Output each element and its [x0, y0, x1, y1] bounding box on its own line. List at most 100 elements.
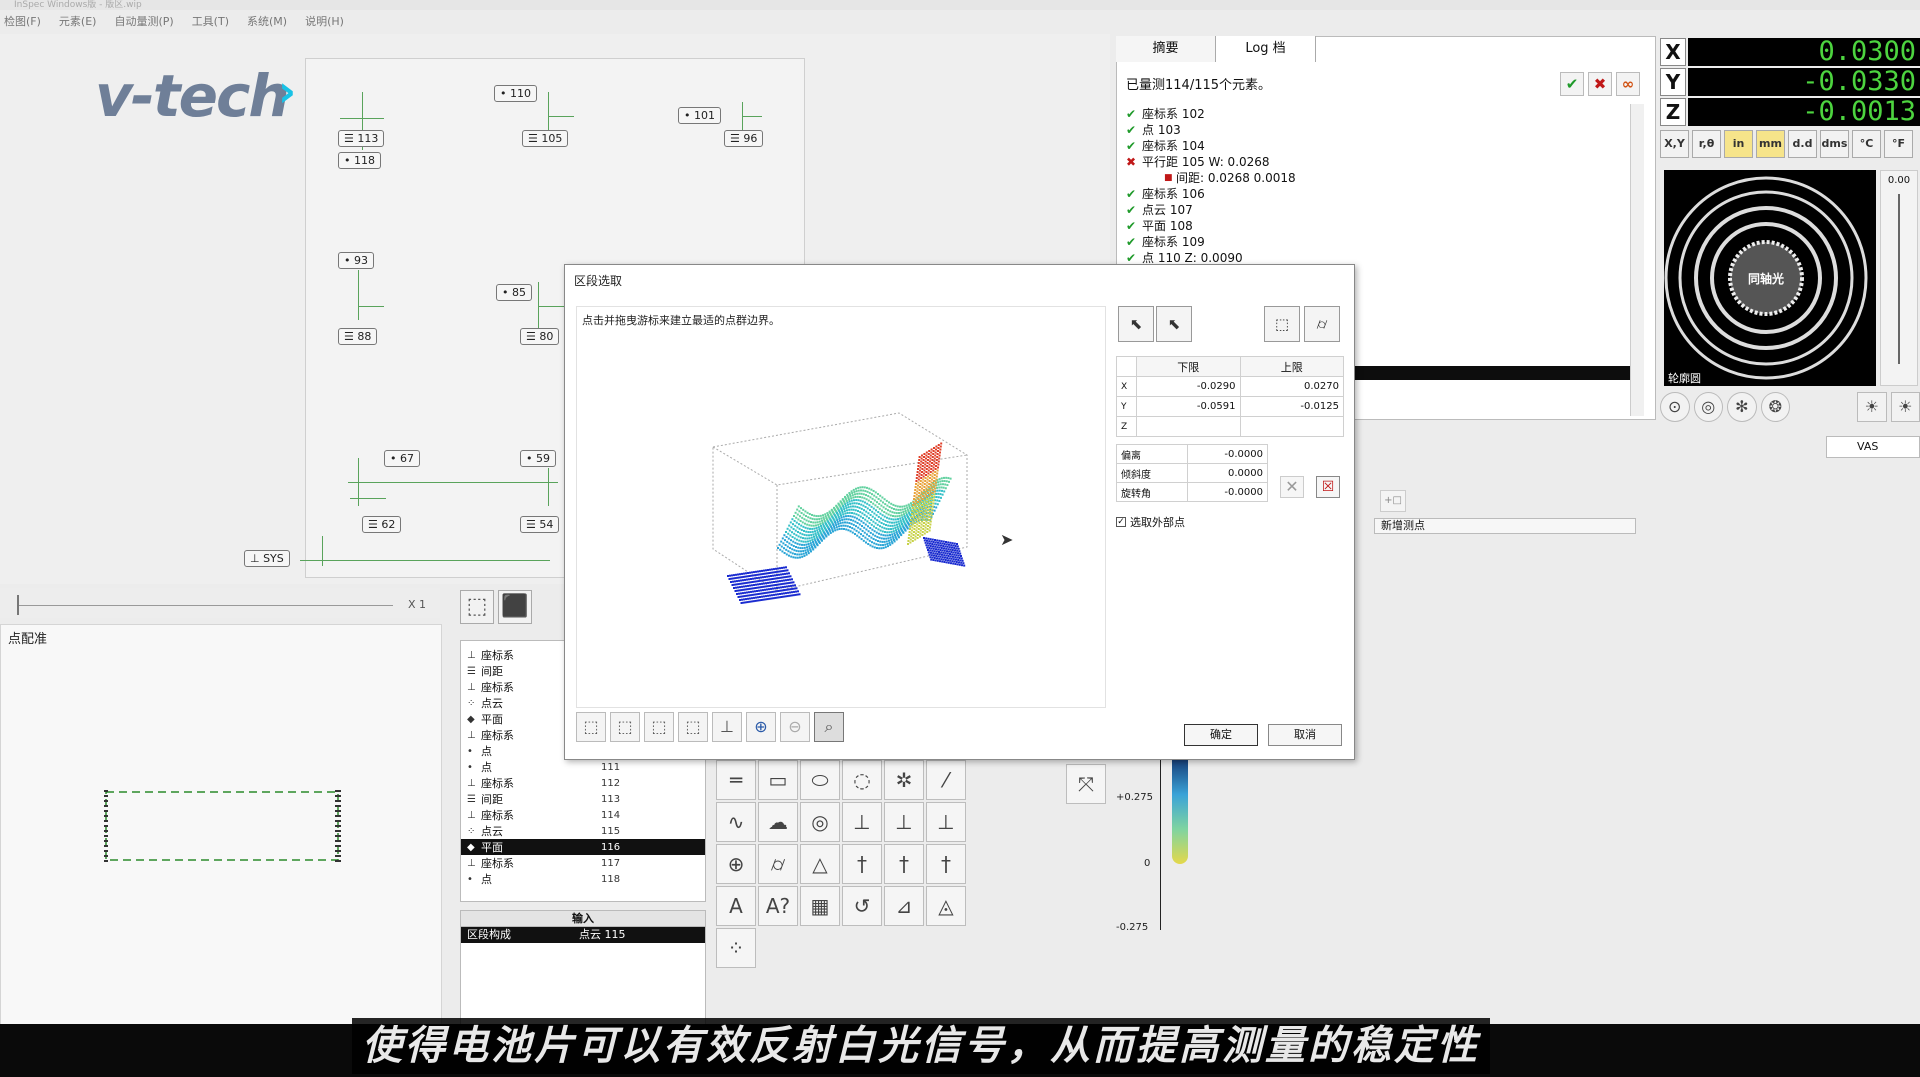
feature-tag-distance-105[interactable]: ☰ 105 — [522, 130, 569, 147]
slot-tool-icon[interactable]: ⬭ — [800, 760, 840, 800]
axis-view-icon[interactable]: ⊥ — [712, 712, 742, 742]
line-tool-icon[interactable]: ═ — [716, 760, 756, 800]
ok-button[interactable]: 确定 — [1184, 724, 1258, 746]
menu-system[interactable]: 系统(M) — [247, 12, 287, 32]
clear-icon[interactable]: ✕ — [1280, 476, 1304, 498]
sphere-tool-icon[interactable]: ⊕ — [716, 844, 756, 884]
log-entry[interactable]: ✔ 点 103 — [1126, 122, 1636, 138]
coordinate-s-tool-icon[interactable]: ⊥ — [884, 802, 924, 842]
log-selected-row[interactable] — [1354, 366, 1630, 380]
dms-button[interactable]: dms — [1820, 130, 1849, 158]
select-outside-points[interactable]: ✓ 选取外部点 — [1116, 514, 1185, 530]
front-view-icon[interactable]: ⬚ — [610, 712, 640, 742]
side-view-icon[interactable]: ⬚ — [644, 712, 674, 742]
axis-tool-disabled-icon[interactable]: ⤧ — [1066, 764, 1106, 804]
z-lower-field[interactable] — [1136, 416, 1241, 437]
feature-tag-point-59[interactable]: • 59 — [520, 450, 556, 467]
tab-summary[interactable]: 摘要 — [1116, 36, 1216, 62]
select-z-icon[interactable]: ⬉ — [1156, 306, 1192, 342]
x-lower-field[interactable]: -0.0290 — [1136, 376, 1241, 397]
zoom-out-icon[interactable]: ⊖ — [780, 712, 810, 742]
add-point-tool-icon[interactable]: +□ — [1380, 490, 1406, 512]
mm-unit-button[interactable]: mm — [1756, 130, 1785, 158]
list-item[interactable]: • 点 111 — [461, 759, 705, 775]
log-entry[interactable]: ✔ 座标系 106 — [1126, 186, 1636, 202]
translate-x-icon[interactable]: † — [842, 844, 882, 884]
iso-view-icon[interactable]: ⬚ — [576, 712, 606, 742]
feature-tag-point-118[interactable]: • 118 — [338, 152, 381, 169]
zoom-track[interactable] — [18, 605, 393, 606]
chain-button[interactable]: ∞ — [1616, 72, 1640, 96]
list-item-selected[interactable]: ◆ 平面 116 — [461, 839, 705, 855]
y-lower-field[interactable]: -0.0591 — [1136, 396, 1241, 417]
cancel-button[interactable]: 取消 — [1268, 724, 1342, 746]
menu-help[interactable]: 说明(H) — [305, 12, 344, 32]
zoom-in-icon[interactable]: ⊕ — [746, 712, 776, 742]
cylinder-shape-icon[interactable]: ⌭ — [1304, 306, 1340, 342]
ruler-tool-icon[interactable]: ⁄ — [926, 760, 966, 800]
vas-select[interactable]: VAS — [1826, 436, 1920, 458]
curve-tool-icon[interactable]: ∿ — [716, 802, 756, 842]
y-upper-field[interactable]: -0.0125 — [1239, 396, 1344, 417]
feature-tag-distance-96[interactable]: ☰ 96 — [724, 130, 764, 147]
feature-tag-point-93[interactable]: • 93 — [338, 252, 374, 269]
menu-file[interactable]: 检图(F) — [4, 12, 41, 32]
cylinder-tool-icon[interactable]: ⌭ — [758, 844, 798, 884]
log-entry[interactable]: ✔ 点云 107 — [1126, 202, 1636, 218]
ring-light-button-icon[interactable]: ◎ — [1693, 392, 1724, 422]
fahrenheit-button[interactable]: °F — [1884, 130, 1913, 158]
tab-log[interactable]: Log 档 — [1216, 36, 1316, 62]
accept-button[interactable]: ✔ — [1560, 72, 1584, 96]
list-item[interactable]: ⊥ 座标系 114 — [461, 807, 705, 823]
feature-tag-distance-88[interactable]: ☰ 88 — [338, 328, 378, 345]
polar-unit-button[interactable]: r,θ — [1692, 130, 1721, 158]
rectangle-tool-icon[interactable]: ▭ — [758, 760, 798, 800]
point-cloud-3d-view[interactable] — [576, 306, 1106, 708]
checkbox-icon[interactable]: ✓ — [1116, 517, 1126, 527]
brightness-up-icon[interactable]: ☀ — [1890, 392, 1920, 422]
offset-field[interactable]: -0.0000 — [1187, 444, 1268, 464]
box-shape-icon[interactable]: ⬚ — [1264, 306, 1300, 342]
inch-unit-button[interactable]: in — [1724, 130, 1753, 158]
calculator-icon[interactable]: ▦ — [800, 886, 840, 926]
gear-tool-icon[interactable]: ✲ — [884, 760, 924, 800]
axis-tool-icon[interactable]: ⊿ — [884, 886, 924, 926]
menu-auto-measure[interactable]: 自动量测(P) — [114, 12, 173, 32]
delete-icon[interactable]: ☒ — [1316, 476, 1340, 498]
feature-tag-distance-54[interactable]: ☰ 54 — [520, 516, 560, 533]
circle-pattern-icon[interactable]: ◌ — [842, 760, 882, 800]
log-entry[interactable]: ✔ 平面 108 — [1126, 218, 1636, 234]
reject-button[interactable]: ✖ — [1588, 72, 1612, 96]
x-upper-field[interactable]: 0.0270 — [1239, 376, 1344, 397]
rotate-tool-icon[interactable]: ↺ — [842, 886, 882, 926]
segment-light-icon[interactable]: ✻ — [1727, 392, 1757, 422]
quadrant-light-icon[interactable]: ❂ — [1760, 392, 1791, 422]
text-tool-icon[interactable]: A — [716, 886, 756, 926]
blob-tool-icon[interactable]: ☁ — [758, 802, 798, 842]
ring-tool-icon[interactable]: ◎ — [800, 802, 840, 842]
translate-z-icon[interactable]: † — [926, 844, 966, 884]
list-item[interactable]: • 点 118 — [461, 871, 705, 887]
log-entry[interactable]: ✖ 平行距 105 W: 0.0268 — [1126, 154, 1636, 170]
tilt-field[interactable]: 0.0000 — [1187, 463, 1268, 483]
feature-tag-distance-113[interactable]: ☰ 113 — [338, 130, 385, 147]
menu-tools[interactable]: 工具(T) — [192, 12, 229, 32]
coordinate-system-tag[interactable]: ⊥ SYS — [244, 550, 290, 567]
log-scrollbar[interactable] — [1630, 104, 1644, 416]
coordinate-tool-icon[interactable]: ⊥ — [842, 802, 882, 842]
light-intensity-slider[interactable]: 0.00 — [1880, 170, 1918, 386]
xy-unit-button[interactable]: X,Y — [1660, 130, 1689, 158]
cone-tool-icon[interactable]: △ — [800, 844, 840, 884]
input-row[interactable]: 区段构成 点云 115 — [461, 927, 705, 943]
list-item[interactable]: ⁘ 点云 115 — [461, 823, 705, 839]
coordinate-o-tool-icon[interactable]: ⊥ — [926, 802, 966, 842]
camera-view[interactable]: 同轴光 — [1664, 170, 1876, 386]
front-view-icon[interactable]: ⬛ — [498, 590, 532, 624]
feature-tag-point-85[interactable]: • 85 — [496, 284, 532, 301]
brightness-down-icon[interactable]: ☀ — [1857, 392, 1887, 422]
shape-tool-icon[interactable]: ◬ — [926, 886, 966, 926]
top-view-icon[interactable]: ⬚ — [678, 712, 708, 742]
log-entry-detail[interactable]: ■ 间距: 0.0268 0.0018 — [1126, 170, 1636, 186]
select-xy-icon[interactable]: ⬉ — [1118, 306, 1154, 342]
new-point-field[interactable]: 新增测点 — [1374, 518, 1636, 534]
